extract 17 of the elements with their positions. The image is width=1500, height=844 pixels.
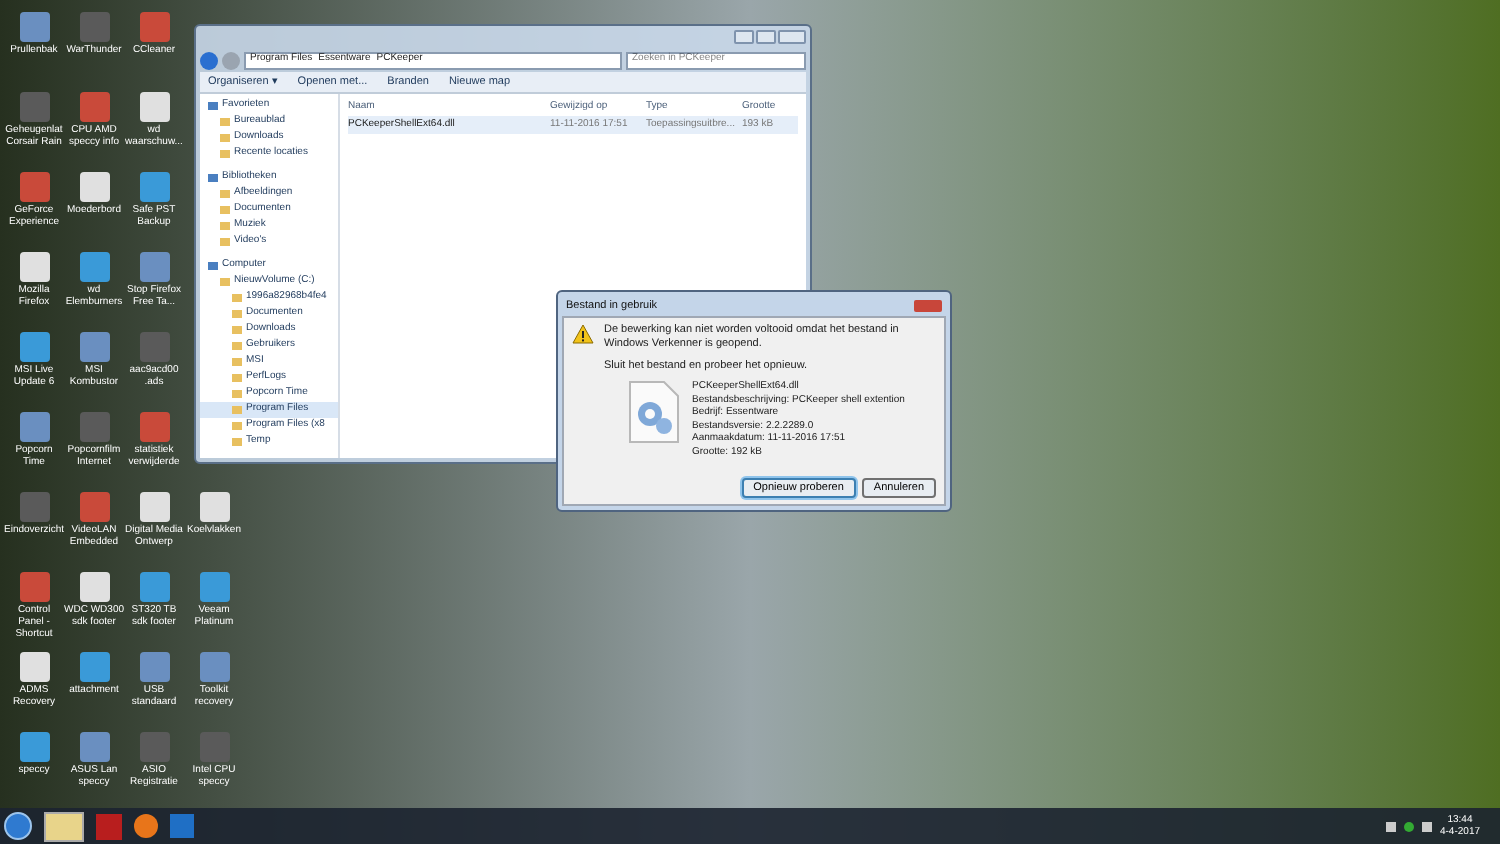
app-icon[interactable] — [19, 252, 49, 282]
app-icon[interactable] — [19, 732, 49, 762]
file-gears-icon — [628, 380, 680, 445]
app-icon[interactable] — [139, 92, 169, 122]
folder-icon[interactable] — [44, 811, 84, 841]
maximize-button[interactable] — [756, 30, 776, 44]
app-icon[interactable] — [19, 652, 49, 682]
app-icon[interactable] — [199, 492, 229, 522]
app-icon[interactable] — [79, 572, 109, 602]
back-button[interactable] — [200, 51, 218, 69]
close-button[interactable] — [778, 30, 806, 44]
app-icon[interactable] — [19, 332, 49, 362]
app-icon[interactable] — [139, 492, 169, 522]
app-icon[interactable] — [79, 172, 109, 202]
start-button[interactable] — [4, 812, 32, 840]
minimize-button[interactable] — [734, 30, 754, 44]
warning-icon — [572, 324, 594, 344]
